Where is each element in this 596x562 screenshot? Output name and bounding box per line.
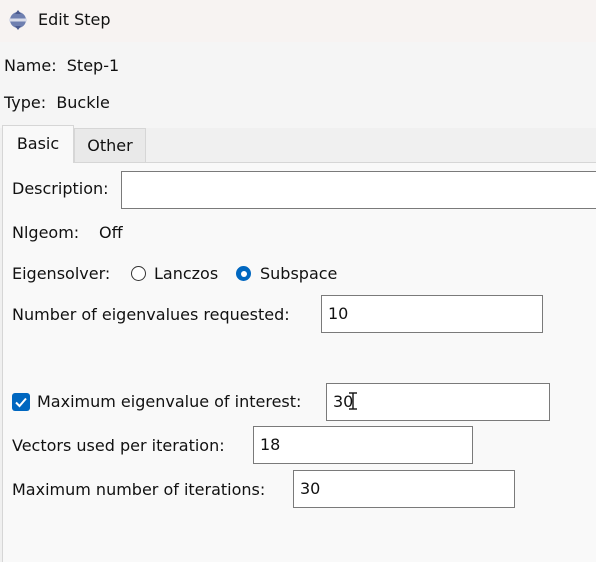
tab-other[interactable]: Other: [74, 128, 146, 162]
lanczos-label[interactable]: Lanczos: [154, 264, 218, 283]
type-label: Type:: [4, 93, 47, 112]
window-title: Edit Step: [38, 10, 111, 29]
vectors-field[interactable]: 18: [253, 426, 473, 464]
max-eigenvalue-label: Maximum eigenvalue of interest:: [37, 392, 302, 411]
nlgeom-label: Nlgeom:: [12, 223, 80, 242]
name-label: Name:: [4, 56, 57, 75]
type-row: Type: Buckle: [4, 93, 110, 112]
basic-panel: Description: Nlgeom: Off Eigensolver: La…: [2, 162, 596, 562]
name-row: Name: Step-1: [4, 56, 119, 75]
max-iterations-field[interactable]: 30: [293, 470, 515, 508]
step-icon: [9, 10, 27, 30]
tab-basic[interactable]: Basic: [2, 125, 74, 163]
name-value: Step-1: [66, 56, 120, 75]
eigensolver-label: Eigensolver:: [12, 264, 111, 283]
check-icon: [15, 397, 27, 408]
text-cursor-icon: [349, 392, 357, 410]
step-info: Name: Step-1 Type: Buckle: [0, 42, 596, 128]
lanczos-radio[interactable]: [131, 266, 146, 281]
max-eigenvalue-checkbox[interactable]: [12, 393, 30, 411]
subspace-radio[interactable]: [236, 266, 251, 281]
title-bar: Edit Step: [0, 0, 596, 42]
nlgeom-value: Off: [99, 223, 123, 242]
max-eigenvalue-field[interactable]: 30: [326, 383, 550, 421]
type-value: Buckle: [56, 93, 110, 112]
num-eigenvalues-field[interactable]: 10: [321, 295, 543, 333]
vectors-label: Vectors used per iteration:: [12, 436, 225, 455]
subspace-label[interactable]: Subspace: [260, 264, 337, 283]
num-eigenvalues-label: Number of eigenvalues requested:: [12, 305, 290, 324]
max-iterations-label: Maximum number of iterations:: [12, 480, 266, 499]
description-label: Description:: [12, 179, 109, 198]
description-field[interactable]: [121, 171, 596, 209]
